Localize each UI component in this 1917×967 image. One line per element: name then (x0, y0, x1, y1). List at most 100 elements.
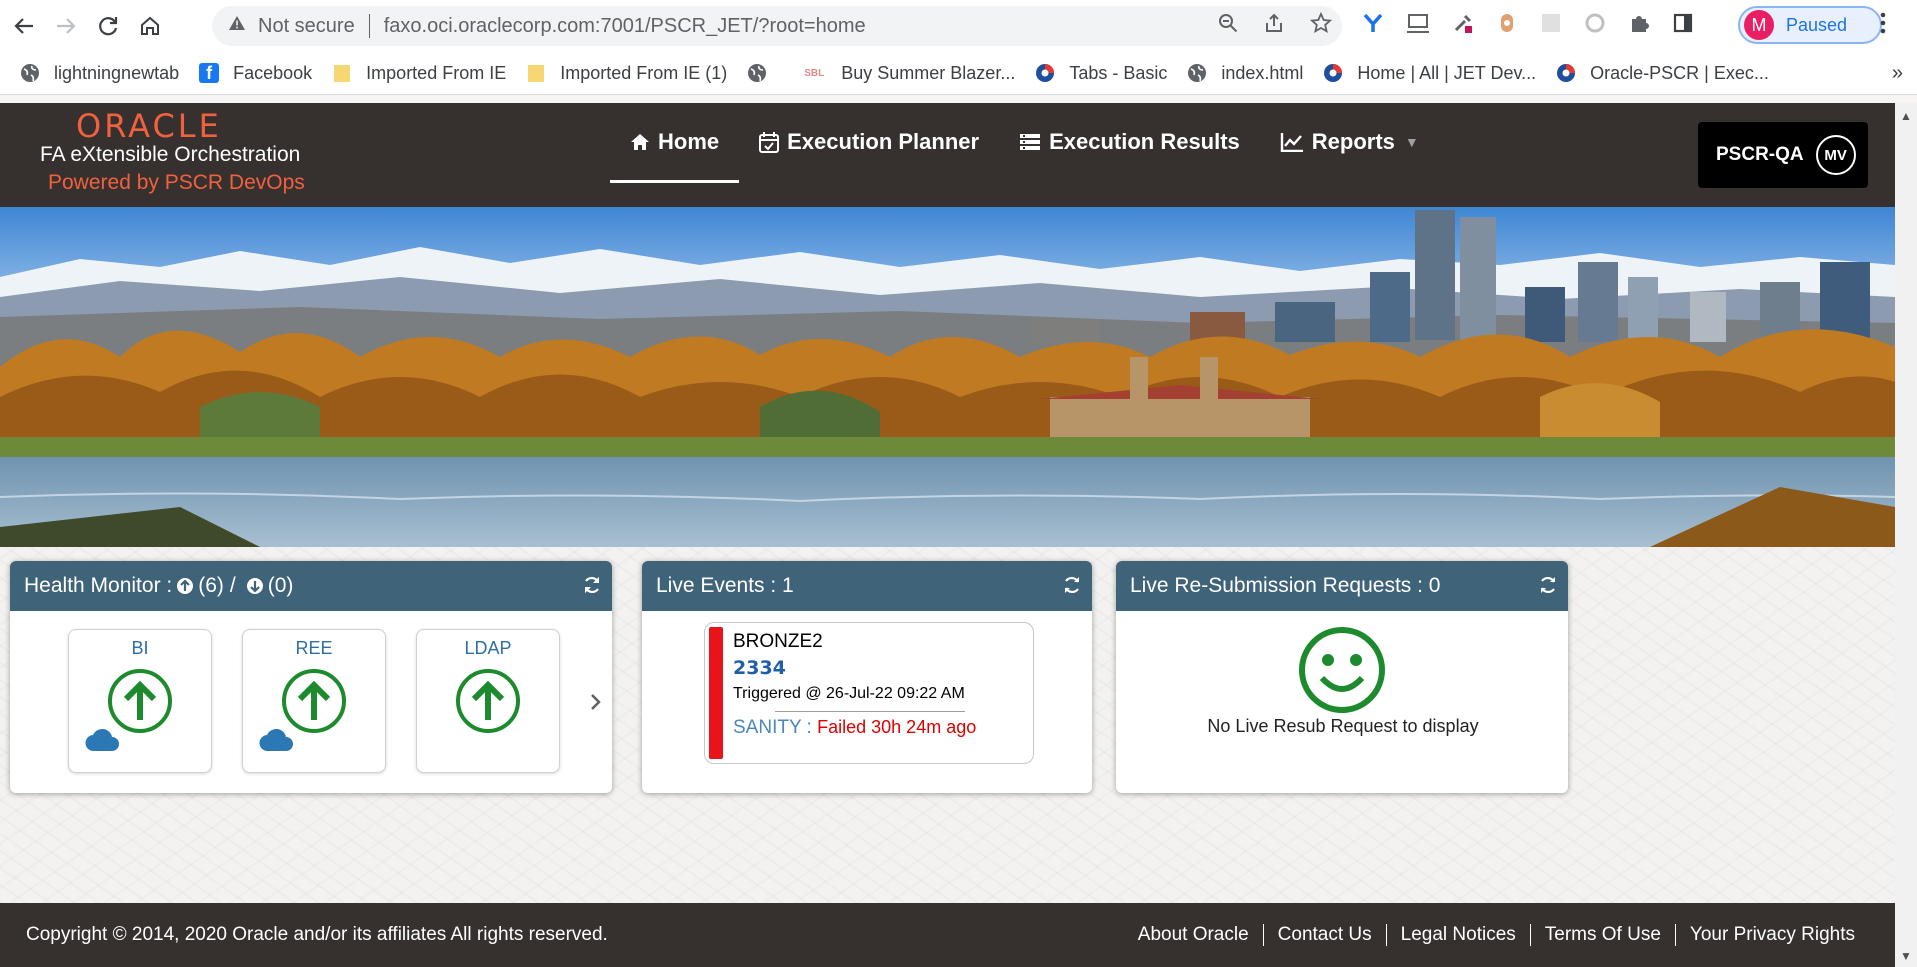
avatar[interactable]: MV (1815, 135, 1856, 175)
service-tile-ree[interactable]: REE (242, 629, 386, 773)
sbl-icon: SBL (804, 67, 825, 79)
up-count: (6) (198, 574, 224, 597)
back-arrow-icon (14, 18, 33, 34)
service-tile-bi[interactable]: BI (68, 629, 212, 773)
resubmission-card: Live Re-Submission Requests : 0 No Live … (1116, 561, 1568, 793)
facebook-icon: f (199, 63, 220, 83)
environment-menu[interactable]: PSCR-QA MV (1698, 122, 1868, 188)
reload-icon (99, 17, 118, 36)
url-text[interactable]: faxo.oci.oraclecorp.com:7001/PSCR_JET/?r… (384, 15, 866, 38)
service-name: REE (295, 638, 333, 658)
zoom-icon[interactable] (1218, 13, 1238, 39)
chevron-down-icon: ▼ (1404, 134, 1419, 150)
globe-icon (20, 63, 40, 83)
bookmark-item[interactable]: index.html (1187, 63, 1303, 84)
address-divider (368, 14, 370, 38)
bookmark-item[interactable]: SBL Buy Summer Blazer... (801, 63, 1015, 84)
profile-button[interactable]: M Paused (1738, 6, 1882, 44)
event-triggered: Triggered @ 26-Jul-22 09:22 AM (733, 685, 965, 702)
app-title: FA eXtensible Orchestration (40, 143, 301, 166)
reload-button[interactable] (90, 8, 126, 44)
bookmark-folder[interactable]: Imported From IE (1) (526, 63, 727, 84)
bookmark-label: Tabs - Basic (1069, 62, 1168, 83)
service-name: BI (131, 638, 149, 658)
profile-avatar: M (1744, 10, 1774, 40)
bookmark-item[interactable]: lightningnewtab (20, 63, 179, 84)
security-label[interactable]: Not secure (258, 15, 355, 38)
event-id-link[interactable]: 2334 (733, 657, 786, 679)
resubmission-header: Live Re-Submission Requests : 0 (1116, 561, 1568, 611)
scroll-up-icon[interactable]: ▲ (1900, 109, 1912, 123)
event-type-label: SANITY : (733, 717, 812, 738)
event-type: SANITY : Failed 30h 24m ago (733, 717, 976, 739)
arrow-up-circle-icon (176, 577, 194, 595)
bookmark-item[interactable]: Tabs - Basic (1035, 63, 1167, 84)
bookmark-item[interactable]: Home | All | JET Dev... (1323, 63, 1536, 84)
extension-orange-icon[interactable] (1496, 12, 1518, 40)
nav-label: Execution Planner (787, 129, 980, 154)
side-panel-icon[interactable] (1672, 12, 1694, 40)
card-title: Live Re-Submission Requests : 0 (1130, 574, 1441, 597)
globe-icon (1187, 63, 1207, 83)
scroll-down-icon[interactable]: ▼ (1900, 949, 1912, 963)
card-title: Live Events : 1 (656, 574, 794, 597)
extension-circle-icon[interactable] (1584, 12, 1606, 40)
nav-label: Execution Results (1049, 129, 1240, 154)
footer-link-legal-notices[interactable]: Legal Notices (1385, 924, 1530, 946)
puzzle-icon[interactable] (1628, 12, 1650, 40)
refresh-icon[interactable] (1538, 575, 1558, 601)
nav-execution-results[interactable]: Execution Results (999, 103, 1260, 181)
event-status-bar (709, 627, 723, 759)
chevron-right-icon[interactable] (590, 691, 602, 717)
browser-toolbar: Not secure faxo.oci.oraclecorp.com:7001/… (0, 0, 1917, 52)
warning-icon[interactable] (228, 15, 246, 37)
home-icon (630, 133, 650, 151)
footer-link-terms-of-use[interactable]: Terms Of Use (1529, 924, 1675, 946)
forward-button[interactable] (48, 8, 84, 44)
bookmark-star-icon[interactable] (1309, 11, 1333, 40)
refresh-icon[interactable] (1062, 575, 1082, 601)
service-tile-ldap[interactable]: LDAP (416, 629, 560, 773)
home-browser-button[interactable] (132, 8, 168, 44)
bookmark-label: lightningnewtab (54, 62, 180, 83)
cast-icon[interactable] (1406, 12, 1430, 40)
list-icon (1019, 133, 1041, 151)
environment-label: PSCR-QA (1716, 144, 1804, 165)
health-monitor-header: Health Monitor : (6) / (0) (10, 561, 612, 611)
bookmark-folder[interactable]: Imported From IE (332, 63, 506, 84)
jet-icon (1035, 63, 1055, 83)
live-event-item[interactable]: BRONZE2 2334 Triggered @ 26-Jul-22 09:22… (704, 622, 1034, 764)
bookmark-item[interactable]: f Facebook (199, 63, 312, 84)
bookmark-item[interactable]: Oracle-PSCR | Exec... (1556, 63, 1769, 84)
jet-icon (1556, 63, 1576, 83)
bookmarks-bar: lightningnewtab f Facebook Imported From… (0, 52, 1917, 95)
nav-execution-planner[interactable]: Execution Planner (739, 103, 999, 181)
kebab-menu-icon[interactable] (1880, 10, 1886, 41)
address-bar[interactable]: Not secure faxo.oci.oraclecorp.com:7001/… (212, 6, 1342, 46)
refresh-icon[interactable] (582, 575, 602, 601)
oracle-logo[interactable]: ORACLE (76, 107, 222, 145)
nav-reports[interactable]: Reports ▼ (1260, 103, 1439, 181)
bookmark-item[interactable] (747, 63, 781, 83)
profile-status: Paused (1786, 14, 1848, 35)
bookmarks-overflow-icon[interactable]: » (1892, 62, 1903, 85)
bookmark-label: Oracle-PSCR | Exec... (1590, 62, 1769, 83)
extension-y-icon[interactable] (1362, 12, 1384, 40)
eyedropper-icon[interactable] (1452, 12, 1474, 40)
bookmark-label: Imported From IE (366, 62, 507, 83)
address-bar-actions (1218, 6, 1333, 46)
footer-link-about-oracle[interactable]: About Oracle (1124, 924, 1263, 946)
back-button[interactable] (6, 8, 42, 44)
footer-link-contact-us[interactable]: Contact Us (1262, 924, 1386, 946)
extension-grid-icon[interactable] (1540, 12, 1562, 40)
jet-icon (1323, 63, 1343, 83)
cloud-icon (259, 728, 295, 757)
cloud-icon (85, 728, 121, 757)
empty-state-message: No Live Resub Request to display (1207, 716, 1479, 736)
nav-home[interactable]: Home (610, 103, 740, 183)
forward-arrow-icon (57, 18, 76, 34)
footer-link-privacy-rights[interactable]: Your Privacy Rights (1674, 924, 1869, 946)
page-scrollbar[interactable]: ▲ ▼ (1895, 103, 1917, 967)
share-icon[interactable] (1264, 13, 1284, 39)
folder-icon (526, 63, 546, 83)
